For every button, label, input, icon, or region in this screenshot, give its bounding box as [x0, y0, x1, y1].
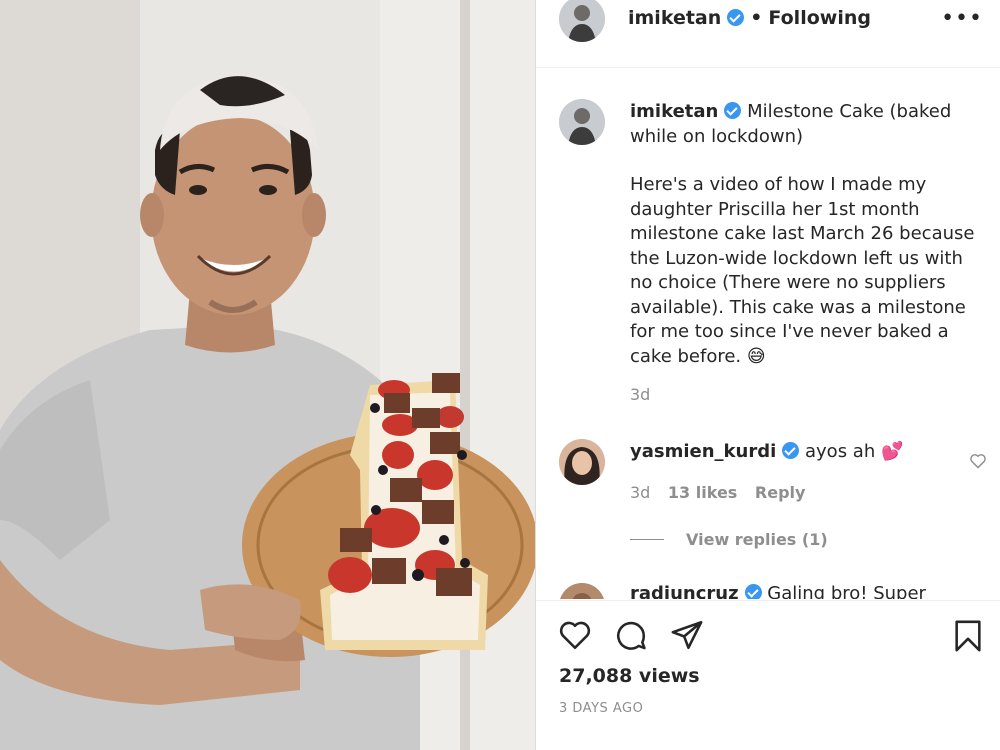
comment-likes[interactable]: 13 likes — [668, 483, 737, 502]
comment-meta: 3d 13 likes Reply — [630, 483, 817, 502]
comment-username[interactable]: yasmien_kurdi — [630, 441, 776, 462]
posted-time[interactable]: 3 DAYS AGO — [559, 701, 643, 716]
comment-bubble-icon[interactable] — [614, 619, 648, 653]
caption-avatar[interactable] — [559, 99, 605, 145]
comment-text-line: radjuncruz Galing bro! Super — [630, 583, 926, 599]
separator-dot: • — [750, 7, 763, 29]
save-bookmark-icon[interactable] — [953, 619, 983, 653]
post-actions: 27,088 views 3 DAYS AGO — [536, 600, 1000, 750]
comments-section[interactable]: imiketan Milestone Cake (baked while on … — [536, 69, 1000, 599]
author-avatar[interactable] — [559, 0, 605, 42]
following-button[interactable]: Following — [768, 7, 871, 29]
caption-time[interactable]: 3d — [630, 385, 650, 404]
comment-username[interactable]: radjuncruz — [630, 583, 739, 599]
comment-text: ayos ah 💕 — [805, 441, 904, 462]
comment-text: Galing bro! Super — [767, 583, 926, 599]
commenter-avatar[interactable] — [559, 583, 605, 599]
commenter-avatar[interactable] — [559, 439, 605, 485]
like-comment-heart-icon[interactable] — [969, 453, 987, 469]
post-detail-panel: imiketan • Following ••• imiketan Mileston… — [535, 0, 1000, 750]
view-count[interactable]: 27,088 views — [559, 665, 700, 687]
avatar-image — [559, 0, 605, 42]
photo-man-holding-number-one-cake — [0, 0, 535, 750]
caption: imiketan Milestone Cake (baked while on … — [630, 100, 990, 369]
more-options-icon[interactable]: ••• — [941, 6, 983, 31]
avatar-image — [559, 439, 605, 485]
post-photo[interactable] — [0, 0, 535, 750]
like-heart-icon[interactable] — [558, 619, 592, 651]
view-replies-button[interactable]: View replies (1) — [630, 530, 828, 549]
comment-time[interactable]: 3d — [630, 483, 650, 502]
author-line: imiketan • Following — [628, 7, 871, 29]
verified-badge-icon — [744, 584, 762, 599]
reply-button[interactable]: Reply — [755, 483, 806, 502]
comment-text-line: yasmien_kurdi ayos ah 💕 — [630, 441, 903, 462]
caption-body: Here's a video of how I made my daughter… — [630, 174, 975, 367]
verified-badge-icon — [727, 9, 745, 26]
caption-header: imiketan Milestone Cake (baked while on … — [630, 100, 990, 149]
verified-badge-icon — [782, 442, 800, 459]
post-header: imiketan • Following ••• — [536, 0, 1000, 68]
verified-badge-icon — [724, 102, 742, 119]
author-username[interactable]: imiketan — [628, 7, 721, 29]
avatar-image — [559, 583, 605, 599]
caption-username[interactable]: imiketan — [630, 101, 718, 122]
view-replies-label: View replies (1) — [686, 530, 828, 549]
avatar-image — [559, 99, 605, 145]
share-plane-icon[interactable] — [670, 619, 704, 651]
replies-divider — [630, 539, 664, 540]
